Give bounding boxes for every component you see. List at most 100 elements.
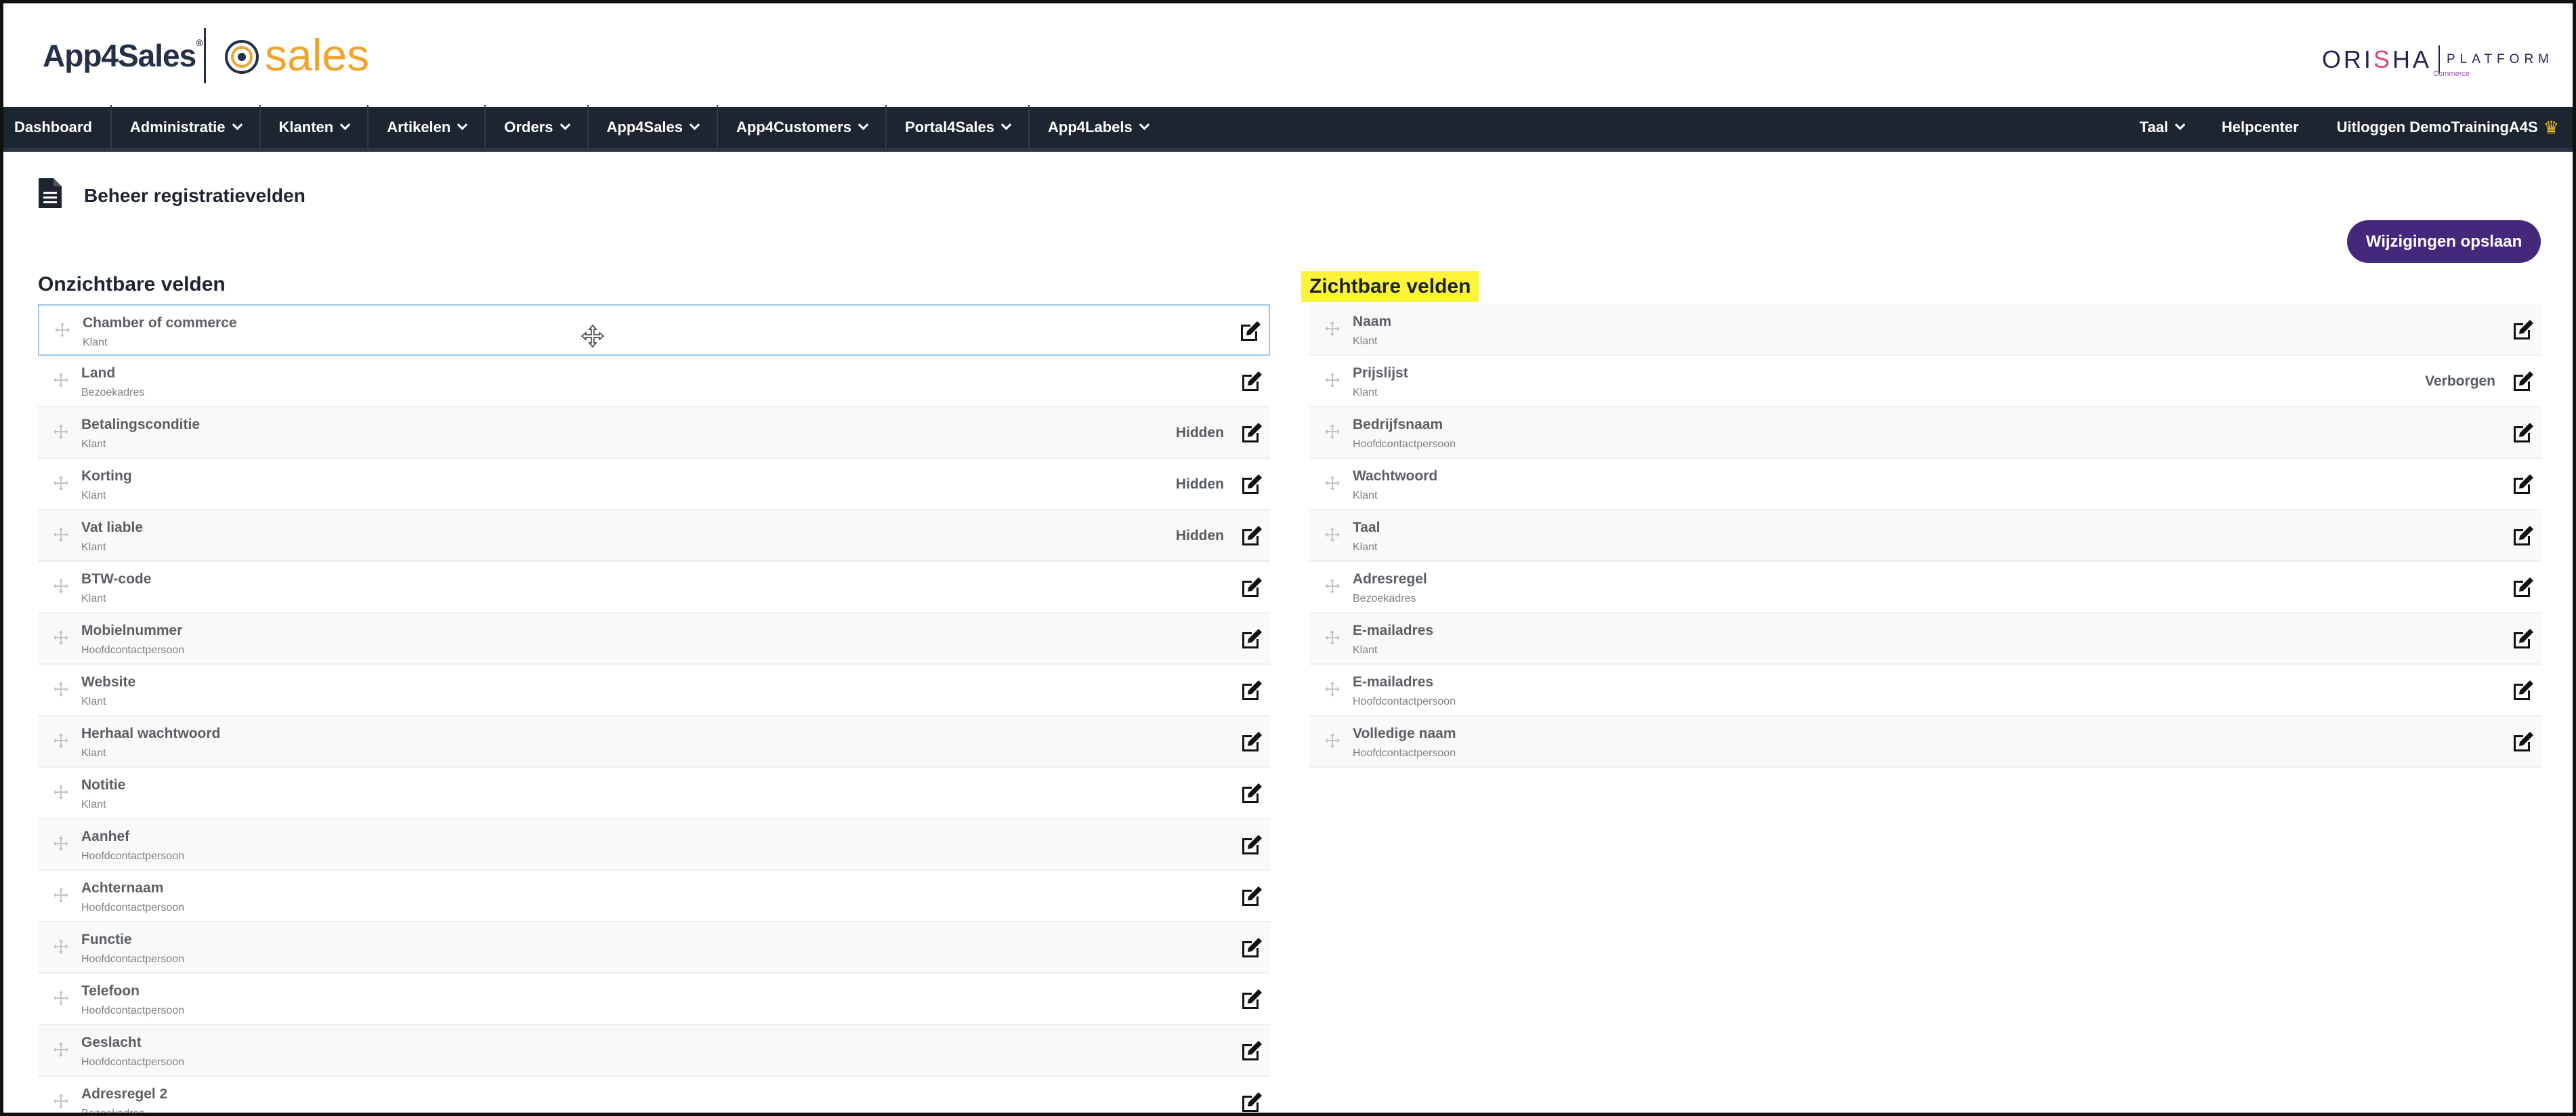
edit-icon[interactable]: [1239, 320, 1262, 343]
field-name: Taal: [1353, 520, 1380, 535]
drag-handle-icon[interactable]: [53, 732, 69, 749]
nav-language[interactable]: Taal: [2121, 105, 2203, 150]
invisible-fields-list: Chamber of commerce Klant Land Bezoekadr…: [38, 304, 1270, 1114]
edit-icon[interactable]: [2512, 730, 2535, 753]
edit-icon[interactable]: [1240, 833, 1263, 856]
field-row[interactable]: Herhaal wachtwoord Klant: [38, 716, 1270, 768]
nav-label: Dashboard: [14, 119, 92, 136]
nav-logout[interactable]: Uitloggen DemoTrainingA4S ♛: [2318, 105, 2573, 150]
edit-icon[interactable]: [2512, 318, 2535, 342]
field-row[interactable]: Geslacht Hoofdcontactpersoon: [38, 1025, 1270, 1077]
drag-handle-icon[interactable]: [1324, 732, 1340, 749]
drag-handle-icon[interactable]: [1324, 475, 1340, 491]
nav-dashboard[interactable]: Dashboard: [3, 105, 112, 150]
drag-handle-icon[interactable]: [53, 887, 69, 903]
edit-icon[interactable]: [2512, 576, 2535, 599]
nav-portal4sales[interactable]: Portal4Sales: [887, 105, 1030, 150]
drag-handle-icon[interactable]: [53, 681, 69, 697]
nav-artikelen[interactable]: Artikelen: [368, 105, 486, 150]
drag-handle-icon[interactable]: [1324, 321, 1340, 337]
edit-icon[interactable]: [1240, 988, 1263, 1011]
drag-handle-icon[interactable]: [53, 1093, 69, 1109]
edit-icon[interactable]: [1240, 524, 1263, 547]
field-row[interactable]: Land Bezoekadres: [38, 356, 1270, 407]
drag-handle-icon[interactable]: [1324, 629, 1340, 646]
edit-icon[interactable]: [2512, 421, 2535, 445]
field-row[interactable]: E-mailadres Klant: [1309, 613, 2541, 665]
field-row[interactable]: Mobielnummer Hoofdcontactpersoon: [38, 613, 1270, 665]
nav-app4labels[interactable]: App4Labels: [1030, 105, 1166, 150]
drag-handle-icon[interactable]: [1324, 681, 1340, 697]
edit-icon[interactable]: [2512, 473, 2535, 496]
edit-icon[interactable]: [2512, 627, 2535, 650]
edit-icon[interactable]: [2512, 370, 2535, 393]
edit-icon[interactable]: [1240, 679, 1263, 702]
drag-handle-icon[interactable]: [1324, 578, 1340, 594]
field-row[interactable]: Naam Klant: [1309, 304, 2541, 356]
drag-handle-icon[interactable]: [53, 578, 69, 594]
field-row[interactable]: Taal Klant: [1309, 510, 2541, 562]
nav-app4sales[interactable]: App4Sales: [589, 105, 719, 150]
drag-handle-icon[interactable]: [53, 938, 69, 955]
field-row[interactable]: Adresregel 2 Bezoekadres: [38, 1077, 1270, 1114]
nav-helpcenter[interactable]: Helpcenter: [2203, 105, 2318, 150]
nav-app4customers[interactable]: App4Customers: [718, 105, 887, 150]
edit-icon[interactable]: [1240, 576, 1263, 599]
field-row[interactable]: Volledige naam Hoofdcontactpersoon: [1309, 716, 2541, 768]
edit-icon[interactable]: [1240, 473, 1263, 496]
field-row[interactable]: Prijslijst Klant Verborgen: [1309, 356, 2541, 407]
nav-administratie[interactable]: Administratie: [112, 105, 261, 150]
field-row[interactable]: Functie Hoofdcontactpersoon: [38, 922, 1270, 974]
field-row[interactable]: Telefoon Hoofdcontactpersoon: [38, 974, 1270, 1025]
edit-icon[interactable]: [2512, 524, 2535, 547]
field-row[interactable]: Bedrijfsnaam Hoofdcontactpersoon: [1309, 407, 2541, 459]
edit-icon[interactable]: [1240, 627, 1263, 650]
nav-orders[interactable]: Orders: [486, 105, 589, 150]
field-row[interactable]: Adresregel Bezoekadres: [1309, 562, 2541, 613]
edit-icon[interactable]: [1240, 730, 1263, 753]
drag-handle-icon[interactable]: [53, 990, 69, 1006]
app4sales-logo[interactable]: App4Sales®: [43, 37, 203, 74]
edit-icon[interactable]: [1240, 782, 1263, 805]
drag-handle-icon[interactable]: [53, 372, 69, 388]
drag-handle-icon[interactable]: [1324, 423, 1340, 440]
chevron-down-icon: [339, 119, 351, 130]
edit-icon[interactable]: [1240, 1091, 1263, 1114]
drag-handle-icon[interactable]: [53, 423, 69, 440]
edit-icon[interactable]: [1240, 885, 1263, 908]
field-row[interactable]: Betalingsconditie Klant Hidden: [38, 407, 1270, 459]
field-entity: Klant: [81, 438, 106, 450]
edit-icon[interactable]: [1240, 1039, 1263, 1062]
field-row[interactable]: Chamber of commerce Klant: [38, 304, 1270, 356]
drag-handle-icon[interactable]: [1324, 372, 1340, 388]
drag-handle-icon[interactable]: [53, 526, 69, 543]
drag-handle-icon[interactable]: [1324, 526, 1340, 543]
drag-handle-icon[interactable]: [53, 629, 69, 646]
main-navigation: Dashboard Administratie Klanten Artikele…: [3, 105, 2573, 152]
field-row[interactable]: Korting Klant Hidden: [38, 459, 1270, 510]
chevron-down-icon: [1000, 119, 1012, 130]
drag-handle-icon[interactable]: [53, 784, 69, 800]
field-row[interactable]: Aanhef Hoofdcontactpersoon: [38, 819, 1270, 871]
field-name: Bedrijfsnaam: [1353, 417, 1443, 432]
edit-icon[interactable]: [1240, 421, 1263, 445]
field-row[interactable]: Wachtwoord Klant: [1309, 459, 2541, 510]
field-row[interactable]: Achternaam Hoofdcontactpersoon: [38, 871, 1270, 922]
field-row[interactable]: Website Klant: [38, 665, 1270, 716]
field-entity: Klant: [1353, 387, 1378, 398]
edit-icon[interactable]: [1240, 936, 1263, 959]
chevron-down-icon: [2174, 119, 2186, 130]
field-row[interactable]: E-mailadres Hoofdcontactpersoon: [1309, 665, 2541, 716]
nav-right: Taal Helpcenter Uitloggen DemoTrainingA4…: [2121, 105, 2573, 150]
drag-handle-icon[interactable]: [53, 1041, 69, 1058]
drag-handle-icon[interactable]: [53, 835, 69, 852]
edit-icon[interactable]: [1240, 370, 1263, 393]
drag-handle-icon[interactable]: [54, 322, 70, 338]
nav-klanten[interactable]: Klanten: [261, 105, 369, 150]
field-row[interactable]: Notitie Klant: [38, 768, 1270, 819]
edit-icon[interactable]: [2512, 679, 2535, 702]
field-row[interactable]: BTW-code Klant: [38, 562, 1270, 613]
field-row[interactable]: Vat liable Klant Hidden: [38, 510, 1270, 562]
drag-handle-icon[interactable]: [53, 475, 69, 491]
save-changes-button[interactable]: Wijzigingen opslaan: [2347, 220, 2541, 263]
